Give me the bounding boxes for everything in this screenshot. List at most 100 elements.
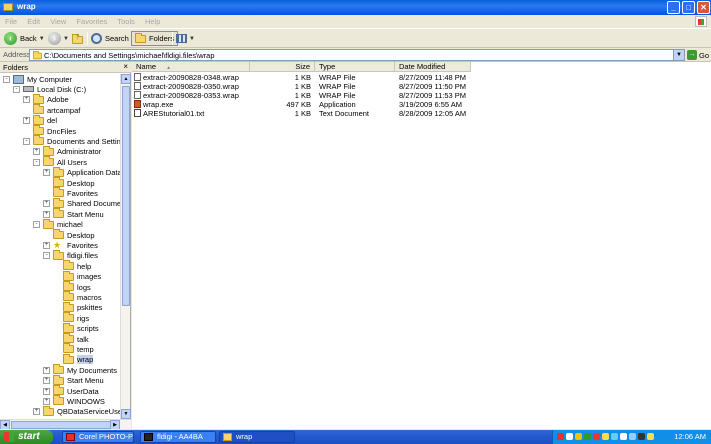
tree-item[interactable]: - Documents and Setting	[23, 135, 120, 146]
column-header-size[interactable]: Size	[250, 62, 315, 72]
file-type-cell: WRAP File	[319, 82, 356, 91]
tray-icon[interactable]	[611, 433, 618, 440]
minimize-button[interactable]: _	[667, 1, 680, 14]
tree-item[interactable]: logs	[53, 281, 91, 292]
tray-icon[interactable]	[566, 433, 573, 440]
collapse-icon[interactable]: -	[23, 137, 30, 145]
tree-item[interactable]: DncFiles	[23, 125, 76, 136]
column-header-type[interactable]: Type	[315, 62, 395, 72]
close-button[interactable]: ✕	[697, 1, 710, 14]
scrollbar-thumb[interactable]	[11, 421, 111, 429]
column-header-name[interactable]: Name ▲	[132, 62, 250, 72]
start-button[interactable]: start	[0, 430, 53, 444]
tree-item-label: scripts	[77, 324, 99, 334]
expand-icon[interactable]: +	[43, 169, 50, 177]
task-button-corel[interactable]: Corel PHOTO-P...	[62, 431, 134, 443]
file-row[interactable]: extract-20090828-0353.wrap 1 KB WRAP File 8…	[132, 91, 711, 100]
vertical-scrollbar[interactable]: ▲ ▼	[120, 74, 131, 419]
file-row[interactable]: AREStutorial01.txt 1 KB Text Document 8/28/…	[132, 109, 711, 118]
tray-icon[interactable]	[584, 433, 591, 440]
task-button-fldigi[interactable]: fldigi - AA4BA	[140, 431, 216, 443]
expand-icon[interactable]: +	[43, 200, 50, 208]
scroll-up-icon[interactable]: ▲	[121, 74, 131, 84]
search-button[interactable]: Search	[91, 31, 129, 46]
tree-item[interactable]: + Start Menu	[43, 208, 104, 219]
expand-icon[interactable]: +	[23, 117, 30, 125]
tray-icon[interactable]	[575, 433, 582, 440]
tree-item[interactable]: + Adobe	[23, 93, 69, 105]
task-button-wrap[interactable]: wrap	[219, 431, 295, 443]
expand-icon[interactable]: +	[43, 366, 50, 374]
tray-icon[interactable]	[602, 433, 609, 440]
tree-item[interactable]: + del	[23, 114, 57, 126]
tree-item[interactable]: Desktop	[43, 229, 95, 240]
file-row[interactable]: wrap.exe 497 KB Application 3/19/2009 6:55 …	[132, 100, 711, 109]
tray-icon[interactable]	[638, 433, 645, 440]
menu-favorites[interactable]: Favorites	[72, 15, 111, 26]
tree-item[interactable]: artcampaf	[23, 104, 80, 115]
tree-item[interactable]: - Local Disk (C:)	[13, 84, 86, 94]
expand-icon[interactable]: +	[23, 96, 30, 104]
tree-item[interactable]: + UserData	[43, 385, 99, 396]
menu-view[interactable]: View	[46, 15, 70, 26]
up-button[interactable]: ↑	[72, 31, 84, 46]
go-button[interactable]: → Go	[687, 49, 709, 61]
expand-icon[interactable]: +	[43, 387, 50, 395]
file-row[interactable]: extract-20090828-0350.wrap 1 KB WRAP File 8…	[132, 82, 711, 91]
folder-icon	[63, 270, 74, 281]
file-row[interactable]: extract-20090828-0348.wrap 1 KB WRAP File 8…	[132, 73, 711, 82]
menu-tools[interactable]: Tools	[113, 15, 139, 26]
collapse-icon[interactable]: -	[33, 221, 40, 229]
address-input[interactable]: C:\Documents and Settings\michael\fldigi…	[29, 49, 685, 61]
collapse-icon[interactable]: -	[43, 252, 50, 260]
menu-help[interactable]: Help	[141, 15, 164, 26]
expand-icon[interactable]: +	[43, 210, 50, 218]
tree-item[interactable]: - All Users	[33, 156, 87, 167]
tree-item[interactable]: images	[53, 270, 101, 282]
tree-item[interactable]: Favorites	[43, 187, 98, 198]
close-pane-button[interactable]: ×	[123, 62, 128, 71]
maximize-button[interactable]: □	[682, 1, 695, 14]
tray-icon[interactable]	[629, 433, 636, 440]
collapse-icon[interactable]: -	[3, 75, 10, 83]
tree-item-label: QBDataServiceUser	[57, 407, 120, 417]
forward-button[interactable]: › ▼	[48, 31, 69, 46]
expand-icon[interactable]: +	[33, 148, 40, 156]
column-header-modified[interactable]: Date Modified	[395, 62, 471, 72]
tree-item[interactable]: + QBDataServiceUser	[33, 405, 120, 417]
tray-icon[interactable]	[620, 433, 627, 440]
tree-item[interactable]: temp	[53, 343, 94, 354]
tree-item[interactable]: scripts	[53, 322, 99, 334]
tray-icon[interactable]	[647, 433, 654, 440]
expand-icon[interactable]: +	[43, 377, 50, 385]
views-button[interactable]: ▼	[176, 31, 195, 46]
address-dropdown-button[interactable]: ▼	[673, 50, 684, 60]
expand-icon[interactable]: +	[43, 397, 50, 405]
tree-item[interactable]: + WINDOWS	[43, 395, 105, 406]
folder-icon	[53, 395, 64, 406]
tree-item[interactable]: Desktop	[43, 177, 95, 188]
horizontal-scrollbar[interactable]: ◀ ▶	[0, 419, 131, 430]
tray-icon[interactable]	[557, 433, 564, 440]
windows-flag-icon	[4, 432, 14, 442]
folders-button[interactable]: Folders	[131, 31, 179, 46]
tray-icon[interactable]	[593, 433, 600, 440]
tree-item[interactable]: talk	[53, 333, 89, 344]
menu-edit[interactable]: Edit	[23, 15, 44, 26]
tree-item[interactable]: pskittes	[53, 301, 102, 313]
scrollbar-thumb[interactable]	[122, 86, 130, 306]
expand-icon[interactable]: +	[33, 408, 40, 416]
scroll-down-icon[interactable]: ▼	[121, 409, 131, 419]
tree-item[interactable]: rigs	[53, 312, 89, 323]
file-modified-cell: 3/19/2009 6:55 AM	[399, 100, 462, 109]
tree-item[interactable]: + ★ Favorites	[43, 240, 98, 250]
back-button[interactable]: ‹ Back ▼	[4, 31, 45, 46]
tree-item[interactable]: - fldigi.files	[43, 249, 98, 261]
tree-item[interactable]: - My Computer	[3, 74, 72, 84]
menu-file[interactable]: File	[0, 15, 21, 26]
expand-icon[interactable]: +	[43, 241, 50, 249]
tree-item[interactable]: help	[53, 260, 91, 271]
collapse-icon[interactable]: -	[33, 158, 40, 166]
tree-item[interactable]: macros	[53, 291, 102, 302]
collapse-icon[interactable]: -	[13, 85, 20, 93]
